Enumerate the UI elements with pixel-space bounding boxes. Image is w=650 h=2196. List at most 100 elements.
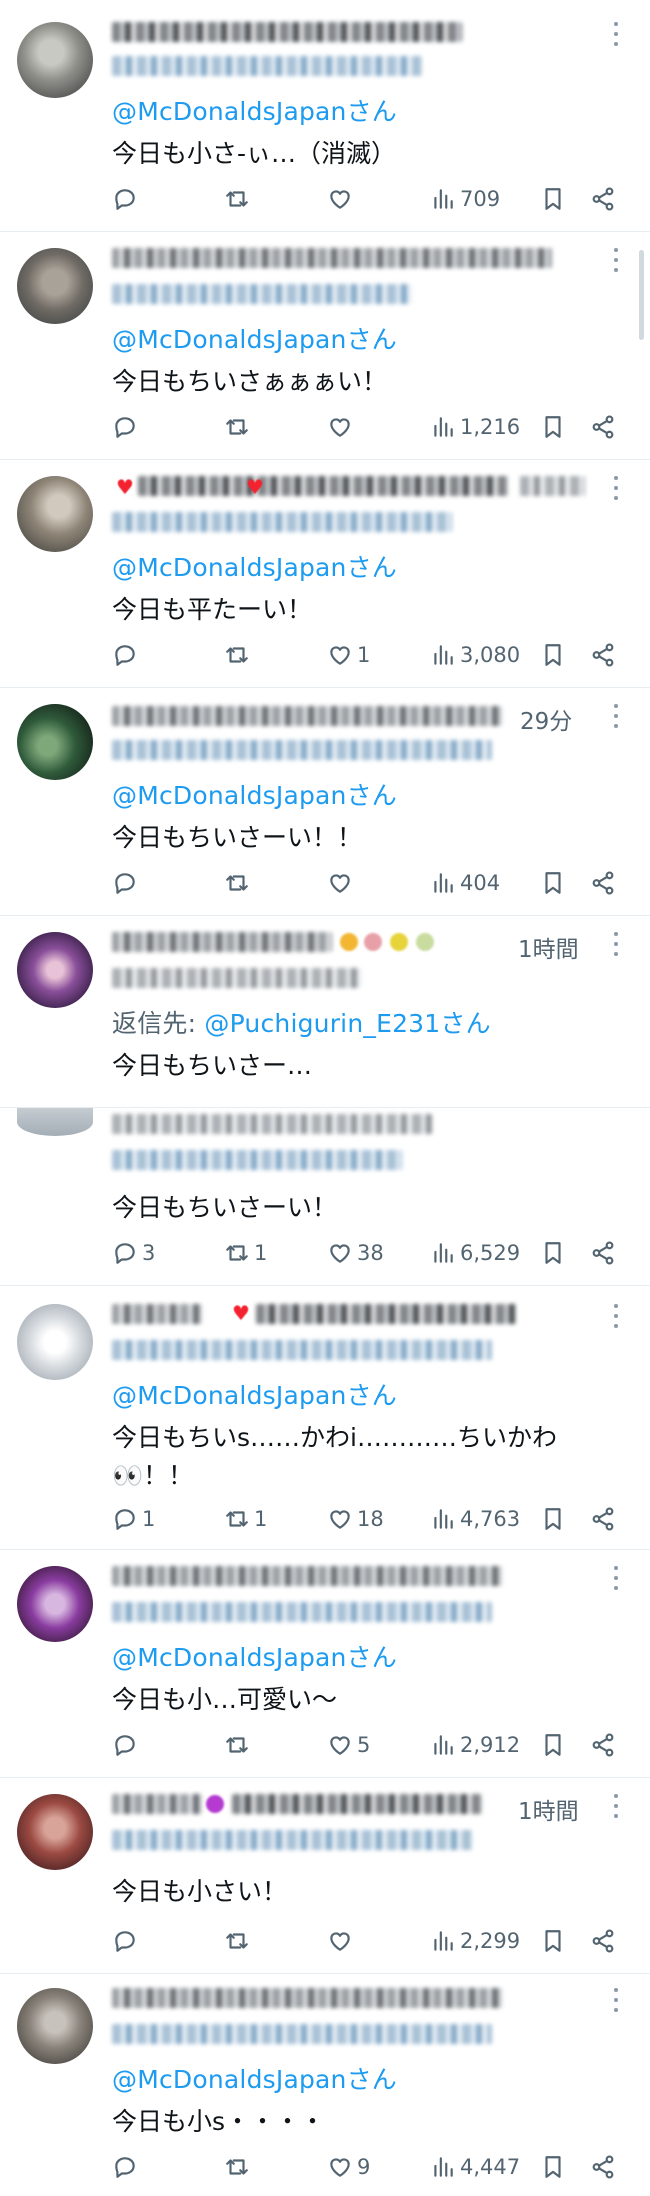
views-button[interactable]: 3,080 bbox=[430, 640, 520, 670]
bookmark-button[interactable] bbox=[540, 1730, 566, 1760]
share-button[interactable] bbox=[590, 2152, 616, 2182]
reply-mention[interactable]: 返信先: @Puchigurin_E231さん bbox=[112, 1004, 491, 1040]
like-button[interactable] bbox=[327, 868, 357, 898]
mention-link[interactable]: @Puchigurin_E231 bbox=[204, 1009, 440, 1038]
more-icon[interactable] bbox=[612, 932, 620, 956]
like-button[interactable]: 9 bbox=[327, 2152, 370, 2182]
mention-link[interactable]: @McDonaldsJapan bbox=[112, 781, 347, 810]
views-button[interactable]: 1,216 bbox=[430, 412, 520, 442]
bookmark-button[interactable] bbox=[540, 412, 566, 442]
mention-link[interactable]: @McDonaldsJapan bbox=[112, 97, 347, 126]
bookmark-button[interactable] bbox=[540, 184, 566, 214]
tweet[interactable]: @McDonaldsJapanさん 今日もちいさぁぁぁい！ 1,216 bbox=[0, 232, 650, 460]
bookmark-button[interactable] bbox=[540, 1926, 566, 1956]
like-button[interactable]: 1 bbox=[327, 640, 370, 670]
tweet[interactable]: @McDonaldsJapanさん 今日も小さ-ぃ…（消滅） 709 bbox=[0, 0, 650, 232]
avatar[interactable] bbox=[17, 1988, 93, 2064]
mention-link[interactable]: @McDonaldsJapan bbox=[112, 1643, 347, 1672]
more-icon[interactable] bbox=[612, 1794, 620, 1818]
tweet-time[interactable]: 1時間 bbox=[518, 930, 579, 964]
avatar[interactable] bbox=[17, 932, 93, 1008]
retweet-button[interactable] bbox=[224, 868, 254, 898]
like-button[interactable]: 18 bbox=[327, 1504, 384, 1534]
share-button[interactable] bbox=[590, 1504, 616, 1534]
more-icon[interactable] bbox=[612, 476, 620, 500]
avatar[interactable] bbox=[17, 22, 93, 98]
bookmark-button[interactable] bbox=[540, 868, 566, 898]
reply-mention[interactable]: @McDonaldsJapanさん bbox=[112, 1638, 397, 1674]
avatar[interactable] bbox=[17, 1794, 93, 1870]
reply-button[interactable]: 3 bbox=[112, 1238, 155, 1268]
bookmark-button[interactable] bbox=[540, 1504, 566, 1534]
retweet-button[interactable] bbox=[224, 412, 254, 442]
views-button[interactable]: 2,912 bbox=[430, 1730, 520, 1760]
share-button[interactable] bbox=[590, 184, 616, 214]
bookmark-button[interactable] bbox=[540, 2152, 566, 2182]
share-button[interactable] bbox=[590, 640, 616, 670]
mention-link[interactable]: @McDonaldsJapan bbox=[112, 1381, 347, 1410]
bookmark-button[interactable] bbox=[540, 1238, 566, 1268]
views-button[interactable]: 2,299 bbox=[430, 1926, 520, 1956]
reply-button[interactable] bbox=[112, 868, 142, 898]
avatar[interactable] bbox=[17, 1566, 93, 1642]
reply-mention[interactable]: @McDonaldsJapanさん bbox=[112, 92, 397, 128]
share-button[interactable] bbox=[590, 1926, 616, 1956]
tweet[interactable]: 1時間 返信先: @Puchigurin_E231さん 今日もちいさー… bbox=[0, 916, 650, 1108]
tweet[interactable]: @McDonaldsJapanさん 今日も小s・・・・ 9 4,447 bbox=[0, 1974, 650, 2196]
more-icon[interactable] bbox=[612, 1988, 620, 2012]
more-icon[interactable] bbox=[612, 1304, 620, 1328]
tweet[interactable]: 1時間 今日も小さい！ 2,299 bbox=[0, 1778, 650, 1974]
like-button[interactable] bbox=[327, 184, 357, 214]
bookmark-button[interactable] bbox=[540, 640, 566, 670]
more-icon[interactable] bbox=[612, 22, 620, 46]
views-button[interactable]: 404 bbox=[430, 868, 500, 898]
tweet[interactable]: 今日もちいさーい！ 3 1 38 6,529 bbox=[0, 1108, 650, 1286]
scrollbar[interactable] bbox=[639, 250, 644, 340]
avatar[interactable] bbox=[17, 704, 93, 780]
like-button[interactable]: 5 bbox=[327, 1730, 370, 1760]
reply-button[interactable] bbox=[112, 1730, 142, 1760]
mention-link[interactable]: @McDonaldsJapan bbox=[112, 325, 347, 354]
retweet-button[interactable]: 1 bbox=[224, 1504, 267, 1534]
avatar[interactable] bbox=[17, 248, 93, 324]
more-icon[interactable] bbox=[612, 1566, 620, 1590]
tweet[interactable]: @McDonaldsJapanさん 今日も小…可愛い〜 5 2,912 bbox=[0, 1550, 650, 1778]
like-button[interactable]: 38 bbox=[327, 1238, 384, 1268]
retweet-button[interactable] bbox=[224, 1926, 254, 1956]
tweet-time[interactable]: 29分 bbox=[520, 702, 572, 736]
like-button[interactable] bbox=[327, 1926, 357, 1956]
share-button[interactable] bbox=[590, 412, 616, 442]
tweet-time[interactable]: 1時間 bbox=[518, 1792, 579, 1826]
tweet[interactable]: ♥ @McDonaldsJapanさん 今日もちいs……かわi…………ちいかわ … bbox=[0, 1286, 650, 1550]
views-button[interactable]: 709 bbox=[430, 184, 500, 214]
retweet-button[interactable] bbox=[224, 184, 254, 214]
reply-button[interactable] bbox=[112, 2152, 142, 2182]
reply-button[interactable] bbox=[112, 412, 142, 442]
views-button[interactable]: 6,529 bbox=[430, 1238, 520, 1268]
tweet[interactable]: 29分 @McDonaldsJapanさん 今日もちいさーい！！ 404 bbox=[0, 688, 650, 916]
reply-button[interactable] bbox=[112, 1926, 142, 1956]
reply-mention[interactable]: @McDonaldsJapanさん bbox=[112, 320, 397, 356]
reply-mention[interactable]: @McDonaldsJapanさん bbox=[112, 776, 397, 812]
like-button[interactable] bbox=[327, 412, 357, 442]
reply-button[interactable] bbox=[112, 184, 142, 214]
retweet-button[interactable]: 1 bbox=[224, 1238, 267, 1268]
share-button[interactable] bbox=[590, 1730, 616, 1760]
avatar[interactable] bbox=[17, 476, 93, 552]
tweet[interactable]: ♥ ♥ @McDonaldsJapanさん 今日も平たーい！ 1 3,080 bbox=[0, 460, 650, 688]
views-button[interactable]: 4,763 bbox=[430, 1504, 520, 1534]
reply-button[interactable]: 1 bbox=[112, 1504, 155, 1534]
share-button[interactable] bbox=[590, 1238, 616, 1268]
reply-mention[interactable]: @McDonaldsJapanさん bbox=[112, 548, 397, 584]
avatar[interactable] bbox=[17, 1108, 93, 1136]
mention-link[interactable]: @McDonaldsJapan bbox=[112, 2065, 347, 2094]
avatar[interactable] bbox=[17, 1304, 93, 1380]
retweet-button[interactable] bbox=[224, 1730, 254, 1760]
reply-mention[interactable]: @McDonaldsJapanさん bbox=[112, 1376, 397, 1412]
share-button[interactable] bbox=[590, 868, 616, 898]
views-button[interactable]: 4,447 bbox=[430, 2152, 520, 2182]
more-icon[interactable] bbox=[612, 248, 620, 272]
retweet-button[interactable] bbox=[224, 2152, 254, 2182]
mention-link[interactable]: @McDonaldsJapan bbox=[112, 553, 347, 582]
more-icon[interactable] bbox=[612, 704, 620, 728]
